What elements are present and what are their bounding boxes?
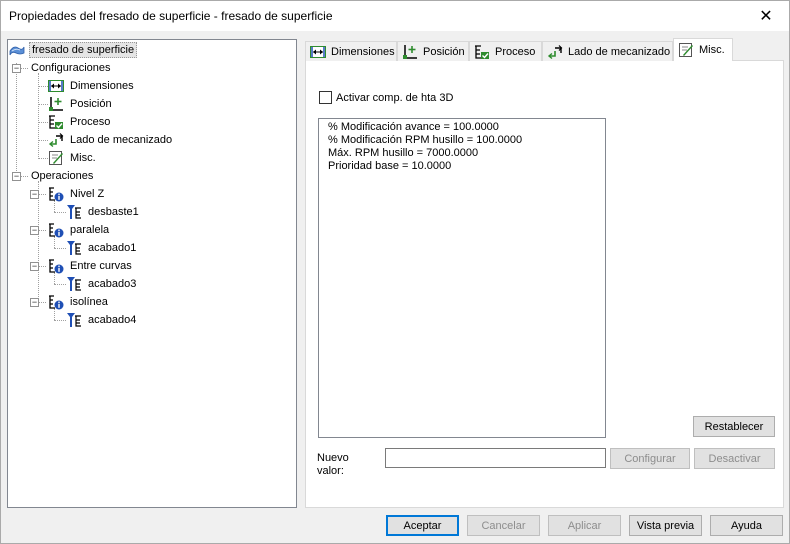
misc-label: Misc.: [70, 152, 96, 164]
close-icon: ✕: [759, 8, 773, 25]
tool-comp-3d-checkbox[interactable]: [319, 91, 332, 104]
tree-toolpath[interactable]: acabado3: [66, 275, 138, 293]
tab-label: Lado de mecanizado: [568, 45, 671, 58]
title-bar: Propiedades del fresado de superficie - …: [1, 1, 789, 31]
tree-configuraciones[interactable]: Configuraciones: [29, 59, 113, 77]
tab-dimensiones[interactable]: Dimensiones: [305, 41, 397, 61]
collapse-icon: −: [13, 171, 20, 181]
tree-item-lado-mecanizado[interactable]: Lado de mecanizado: [48, 131, 174, 149]
toolpath-icon: [66, 312, 82, 328]
dimensions-icon: [310, 44, 326, 60]
proceso-label: Proceso: [70, 116, 111, 128]
dimensions-icon: [48, 78, 64, 94]
operation-info-icon: [48, 294, 64, 310]
toolpath-label: acabado4: [88, 314, 137, 326]
tree-item-posicion[interactable]: Posición: [48, 95, 114, 113]
tab-label: Posición: [423, 45, 465, 58]
configure-button[interactable]: Configurar: [610, 448, 690, 469]
list-item[interactable]: Máx. RPM husillo = 7000.0000: [328, 147, 605, 160]
misc-icon: [678, 42, 694, 58]
tree-operation[interactable]: isolínea: [48, 293, 110, 311]
list-item[interactable]: % Modificación RPM husillo = 100.0000: [328, 134, 605, 147]
tab-misc[interactable]: Misc.: [673, 38, 733, 61]
tree-item-misc[interactable]: Misc.: [48, 149, 98, 167]
tree-operation[interactable]: paralela: [48, 221, 111, 239]
machining-side-icon: [547, 44, 563, 60]
tree-root[interactable]: fresado de superficie: [9, 41, 138, 59]
collapse-icon: −: [31, 225, 38, 235]
operation-label: paralela: [70, 224, 110, 236]
collapse-icon: −: [31, 189, 38, 199]
tab-proceso[interactable]: Proceso: [469, 41, 542, 61]
list-item[interactable]: % Modificación avance = 100.0000: [328, 121, 605, 134]
toolpath-icon: [66, 240, 82, 256]
position-icon: [402, 44, 418, 60]
deactivate-button[interactable]: Desactivar: [694, 448, 775, 469]
op-expander-2[interactable]: −: [30, 226, 39, 235]
operations-tree[interactable]: fresado de superficie − Configuraciones …: [7, 39, 297, 508]
tree-toolpath[interactable]: desbaste1: [66, 203, 141, 221]
new-value-input[interactable]: [385, 448, 606, 468]
position-icon: [48, 96, 64, 112]
toolpath-icon: [66, 276, 82, 292]
process-icon: [474, 44, 490, 60]
tab-lado-mecanizado[interactable]: Lado de mecanizado: [542, 41, 673, 61]
configuraciones-expander[interactable]: −: [12, 64, 21, 73]
collapse-icon: −: [13, 63, 20, 73]
tab-label: Proceso: [495, 45, 536, 58]
reset-button[interactable]: Restablecer: [693, 416, 775, 437]
window-title: Propiedades del fresado de superficie - …: [9, 9, 333, 23]
operaciones-expander[interactable]: −: [12, 172, 21, 181]
cancel-button[interactable]: Cancelar: [467, 515, 540, 536]
tab-label: Misc.: [699, 44, 725, 56]
properties-dialog: Propiedades del fresado de superficie - …: [0, 0, 790, 544]
collapse-icon: −: [31, 297, 38, 307]
tab-label: Dimensiones: [331, 45, 395, 58]
new-value-label: Nuevo valor:: [317, 452, 377, 478]
tab-posicion[interactable]: Posición: [397, 41, 469, 61]
configuraciones-label: Configuraciones: [31, 62, 111, 74]
op-expander-4[interactable]: −: [30, 298, 39, 307]
operaciones-label: Operaciones: [31, 170, 94, 182]
tree-operation[interactable]: Entre curvas: [48, 257, 134, 275]
operation-info-icon: [48, 258, 64, 274]
toolpath-label: acabado3: [88, 278, 137, 290]
accept-button[interactable]: Aceptar: [386, 515, 459, 536]
new-value-label-text: Nuevo valor:: [317, 452, 349, 477]
tool-comp-3d-option[interactable]: Activar comp. de hta 3D: [319, 91, 453, 104]
tree-operaciones[interactable]: Operaciones: [29, 167, 95, 185]
tree-toolpath[interactable]: acabado4: [66, 311, 138, 329]
misc-icon: [48, 150, 64, 166]
machining-side-icon: [48, 132, 64, 148]
list-item[interactable]: Prioridad base = 10.0000: [328, 160, 605, 173]
operation-label: isolínea: [70, 296, 108, 308]
tree-operation[interactable]: Nivel Z: [48, 185, 106, 203]
toolpath-label: desbaste1: [88, 206, 139, 218]
process-icon: [48, 114, 64, 130]
help-button[interactable]: Ayuda: [710, 515, 783, 536]
dimensiones-label: Dimensiones: [70, 80, 134, 92]
posicion-label: Posición: [70, 98, 112, 110]
surface-milling-icon: [9, 42, 25, 58]
preview-button[interactable]: Vista previa: [629, 515, 702, 536]
tree-item-proceso[interactable]: Proceso: [48, 113, 112, 131]
close-button[interactable]: ✕: [743, 1, 789, 31]
tree-item-dimensiones[interactable]: Dimensiones: [48, 77, 136, 95]
toolpath-label: acabado1: [88, 242, 137, 254]
toolpath-icon: [66, 204, 82, 220]
op-expander-1[interactable]: −: [30, 190, 39, 199]
operation-label: Nivel Z: [70, 188, 105, 200]
collapse-icon: −: [31, 261, 38, 271]
tree-toolpath[interactable]: acabado1: [66, 239, 138, 257]
lado-mecanizado-label: Lado de mecanizado: [70, 134, 173, 146]
operation-label: Entre curvas: [70, 260, 132, 272]
operation-info-icon: [48, 222, 64, 238]
parameters-list[interactable]: % Modificación avance = 100.0000 % Modif…: [318, 118, 606, 438]
tool-comp-3d-label: Activar comp. de hta 3D: [336, 91, 454, 104]
op-expander-3[interactable]: −: [30, 262, 39, 271]
apply-button[interactable]: Aplicar: [548, 515, 621, 536]
operation-info-icon: [48, 186, 64, 202]
tree-root-label: fresado de superficie: [29, 42, 138, 58]
